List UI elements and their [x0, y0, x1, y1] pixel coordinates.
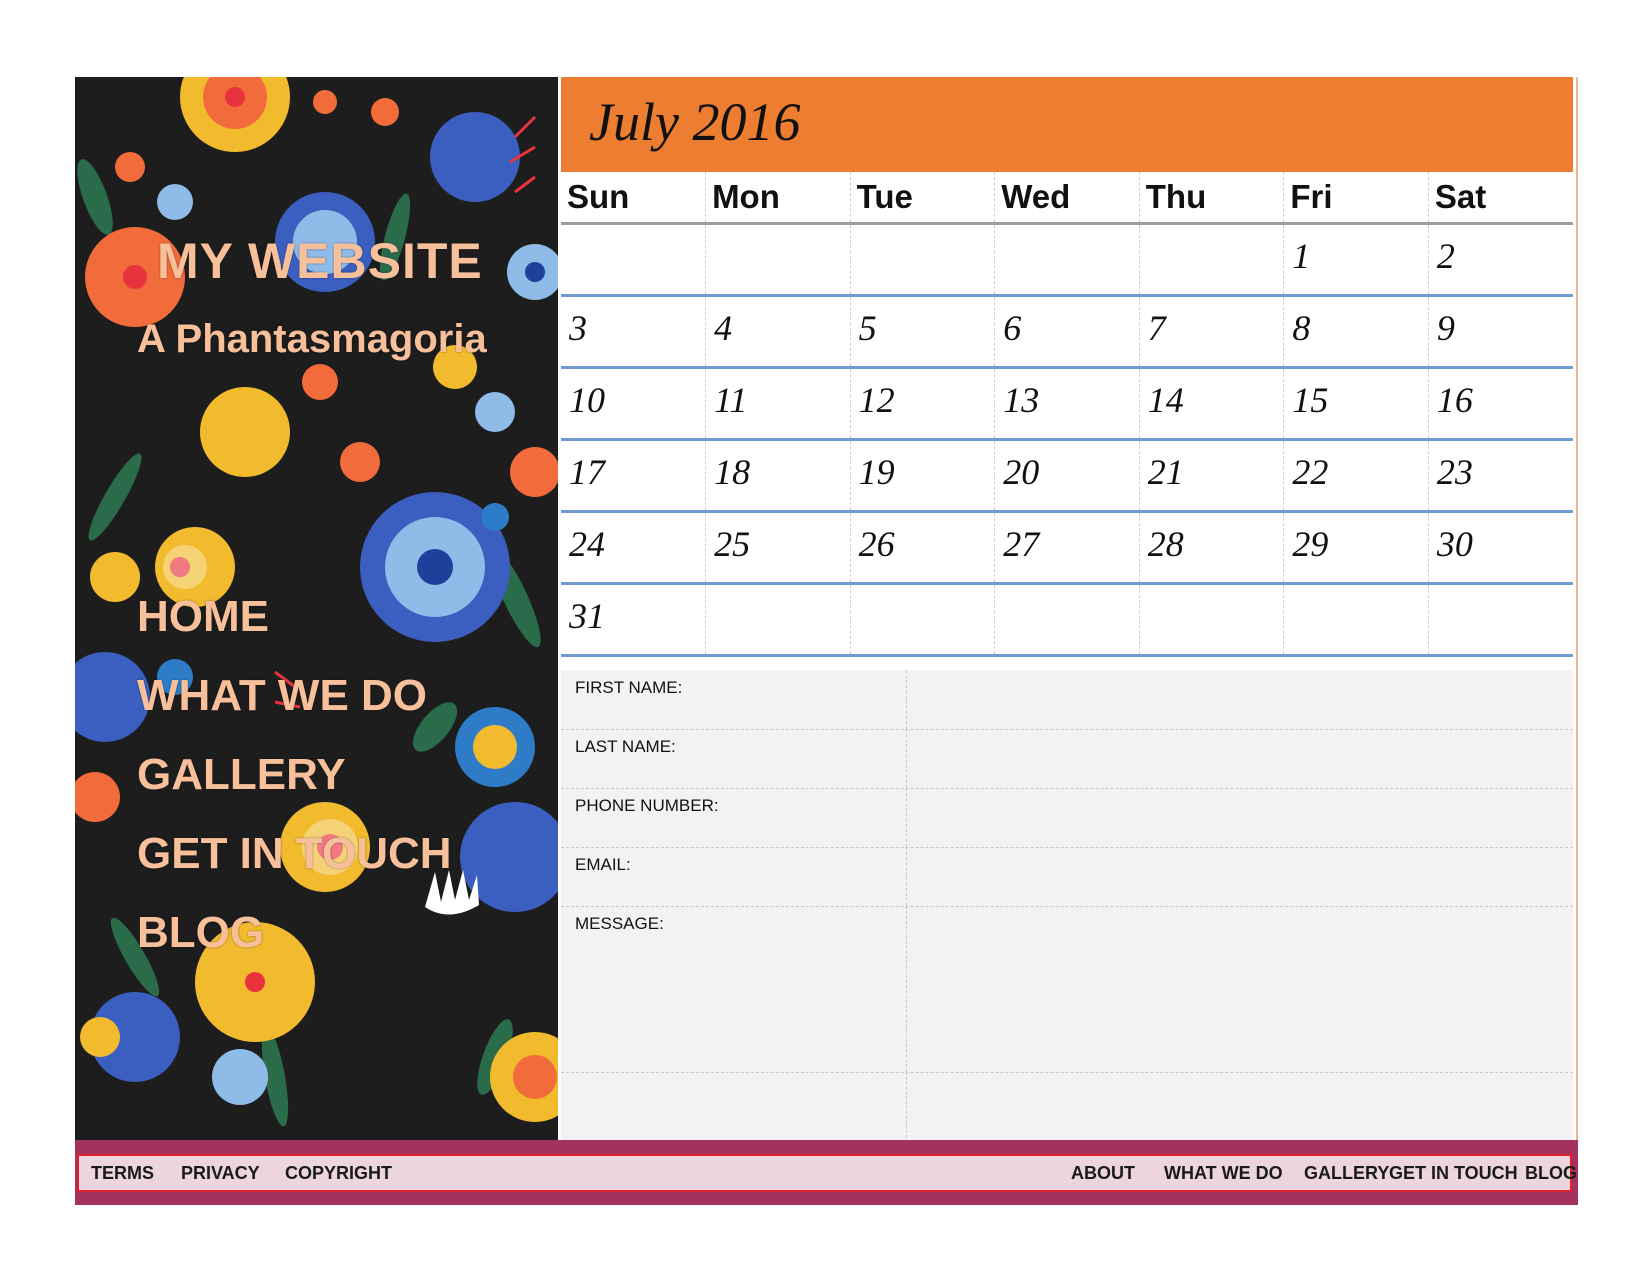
day-cell[interactable]: 9	[1427, 295, 1573, 369]
day-cell[interactable]: 25	[705, 511, 851, 585]
sidebar-item-get-in-touch[interactable]: GET IN TOUCH	[137, 814, 452, 893]
last-name-field[interactable]	[906, 729, 1573, 788]
day-cell[interactable]: 20	[994, 439, 1140, 513]
weekday-header: Sun	[561, 172, 706, 225]
sidebar-item-home[interactable]: HOME	[137, 577, 452, 656]
day-cell[interactable]: 31	[561, 583, 706, 657]
day-cell[interactable]	[994, 583, 1140, 657]
sidebar-item-gallery[interactable]: GALLERY	[137, 735, 452, 814]
footer-links-bar: TERMS PRIVACY COPYRIGHT ABOUT WHAT WE DO…	[77, 1154, 1577, 1192]
weekday-header: Tue	[849, 172, 995, 225]
footer-link-terms[interactable]: TERMS	[91, 1156, 154, 1190]
day-cell[interactable]: 16	[1427, 367, 1573, 441]
sidebar-nav: HOME WHAT WE DO GALLERY GET IN TOUCH BLO…	[137, 577, 452, 972]
day-cell[interactable]: 14	[1138, 367, 1284, 441]
sidebar-item-blog[interactable]: BLOG	[137, 893, 452, 972]
day-cell[interactable]	[849, 223, 995, 297]
day-cell[interactable]: 13	[994, 367, 1140, 441]
day-cell[interactable]: 12	[849, 367, 995, 441]
month-title: July 2016	[589, 92, 801, 152]
day-cell[interactable]	[1283, 583, 1429, 657]
form-row-message: MESSAGE:	[561, 906, 1573, 1073]
day-cell[interactable]	[561, 223, 706, 297]
day-cell[interactable]: 29	[1283, 511, 1429, 585]
day-cell[interactable]: 6	[994, 295, 1140, 369]
form-row-last-name: LAST NAME:	[561, 729, 1573, 789]
footer-link-get-in-touch[interactable]: GET IN TOUCH	[1389, 1156, 1518, 1190]
week-row: 10 11 12 13 14 15 16	[561, 367, 1573, 441]
sidebar-item-what-we-do[interactable]: WHAT WE DO	[137, 656, 452, 735]
day-cell[interactable]: 15	[1283, 367, 1429, 441]
day-cell[interactable]: 27	[994, 511, 1140, 585]
day-cell[interactable]: 21	[1138, 439, 1284, 513]
footer-link-what-we-do[interactable]: WHAT WE DO	[1164, 1156, 1283, 1190]
phone-number-field[interactable]	[906, 788, 1573, 847]
weekday-header: Fri	[1283, 172, 1429, 225]
form-row-email: EMAIL:	[561, 847, 1573, 907]
day-cell[interactable]: 23	[1427, 439, 1573, 513]
contact-form: FIRST NAME: LAST NAME: PHONE NUMBER: EMA…	[561, 670, 1573, 1140]
day-cell[interactable]: 28	[1138, 511, 1284, 585]
message-field[interactable]	[906, 906, 1573, 1072]
day-cell[interactable]	[994, 223, 1140, 297]
phone-number-label: PHONE NUMBER:	[575, 796, 719, 815]
day-cell[interactable]: 1	[1283, 223, 1429, 297]
week-row: 31	[561, 583, 1573, 657]
day-cell[interactable]	[849, 583, 995, 657]
calendar-grid: Sun Mon Tue Wed Thu Fri Sat 1 2 3 4 5 6 …	[561, 172, 1573, 657]
site-subtitle: A Phantasmagoria	[137, 317, 487, 361]
footer-link-copyright[interactable]: COPYRIGHT	[285, 1156, 392, 1190]
day-cell[interactable]: 17	[561, 439, 706, 513]
weekday-header-row: Sun Mon Tue Wed Thu Fri Sat	[561, 172, 1573, 225]
weekday-header: Sat	[1427, 172, 1573, 225]
weekday-header: Thu	[1138, 172, 1284, 225]
footer-link-privacy[interactable]: PRIVACY	[181, 1156, 260, 1190]
day-cell[interactable]	[1138, 223, 1284, 297]
message-field-continued[interactable]	[906, 1072, 1573, 1138]
last-name-label: LAST NAME:	[575, 737, 676, 756]
day-cell[interactable]: 7	[1138, 295, 1284, 369]
form-row-extra	[561, 1072, 1573, 1138]
day-cell[interactable]: 10	[561, 367, 706, 441]
site-title: MY WEBSITE	[157, 233, 483, 289]
first-name-label: FIRST NAME:	[575, 678, 683, 697]
day-cell[interactable]	[705, 223, 851, 297]
footer: TERMS PRIVACY COPYRIGHT ABOUT WHAT WE DO…	[75, 1140, 1578, 1205]
day-cell[interactable]: 5	[849, 295, 995, 369]
day-cell[interactable]: 22	[1283, 439, 1429, 513]
sidebar: MY WEBSITE A Phantasmagoria HOME WHAT WE…	[75, 77, 558, 1140]
month-header: July 2016	[561, 77, 1573, 172]
form-row-first-name: FIRST NAME:	[561, 670, 1573, 730]
weekday-header: Wed	[994, 172, 1140, 225]
day-cell[interactable]	[705, 583, 851, 657]
day-cell[interactable]: 30	[1427, 511, 1573, 585]
first-name-field[interactable]	[906, 670, 1573, 729]
week-row: 17 18 19 20 21 22 23	[561, 439, 1573, 513]
day-cell[interactable]	[1138, 583, 1284, 657]
day-cell[interactable]: 19	[849, 439, 995, 513]
day-cell[interactable]: 8	[1283, 295, 1429, 369]
day-cell[interactable]	[1427, 583, 1573, 657]
week-row: 1 2	[561, 223, 1573, 297]
email-field[interactable]	[906, 847, 1573, 906]
week-row: 3 4 5 6 7 8 9	[561, 295, 1573, 369]
footer-link-blog[interactable]: BLOG	[1525, 1156, 1577, 1190]
day-cell[interactable]: 4	[705, 295, 851, 369]
day-cell[interactable]: 18	[705, 439, 851, 513]
weekday-header: Mon	[705, 172, 851, 225]
email-label: EMAIL:	[575, 855, 631, 874]
day-cell[interactable]: 2	[1427, 223, 1573, 297]
day-cell[interactable]: 11	[705, 367, 851, 441]
week-row: 24 25 26 27 28 29 30	[561, 511, 1573, 585]
day-cell[interactable]: 3	[561, 295, 706, 369]
message-label: MESSAGE:	[575, 914, 664, 933]
day-cell[interactable]: 24	[561, 511, 706, 585]
footer-link-gallery[interactable]: GALLERY	[1304, 1156, 1389, 1190]
calendar-panel: July 2016 Sun Mon Tue Wed Thu Fri Sat 1	[558, 77, 1578, 1140]
footer-link-about[interactable]: ABOUT	[1071, 1156, 1135, 1190]
day-cell[interactable]: 26	[849, 511, 995, 585]
form-row-phone: PHONE NUMBER:	[561, 788, 1573, 848]
